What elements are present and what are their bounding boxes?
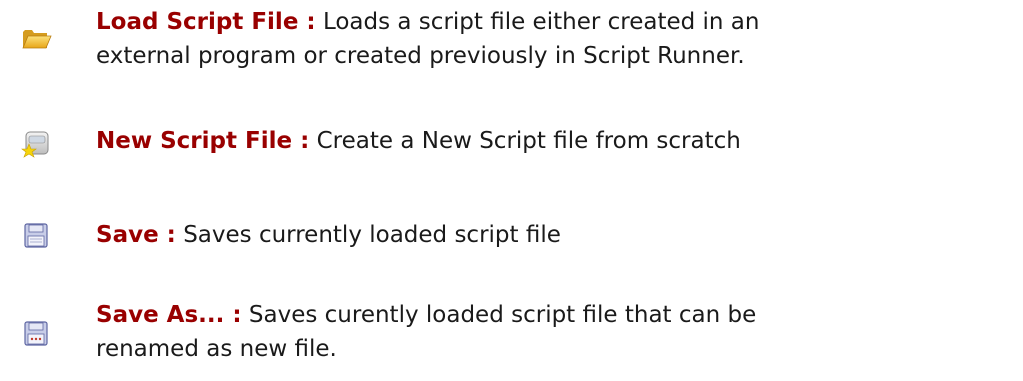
entry-description: Create a New Script file from scratch	[316, 128, 741, 154]
entry-description: Saves currently loaded script file	[183, 222, 561, 248]
open-folder-icon	[20, 22, 52, 54]
entry-term: Save As... :	[96, 302, 242, 328]
entry-description: Loads a script file either created in an	[322, 9, 760, 35]
entry-description-continued: renamed as new file.	[96, 336, 337, 362]
entry-term: Load Script File :	[96, 9, 316, 35]
new-script-file-icon	[20, 128, 52, 160]
entry-term: New Script File :	[96, 128, 310, 154]
save-as-floppy-icon	[20, 318, 52, 350]
save-floppy-icon	[20, 220, 52, 252]
entry-description: Saves curently loaded script file that c…	[248, 302, 757, 328]
entry-term: Save :	[96, 222, 176, 248]
entry-description-continued: external program or created previously i…	[96, 43, 745, 69]
